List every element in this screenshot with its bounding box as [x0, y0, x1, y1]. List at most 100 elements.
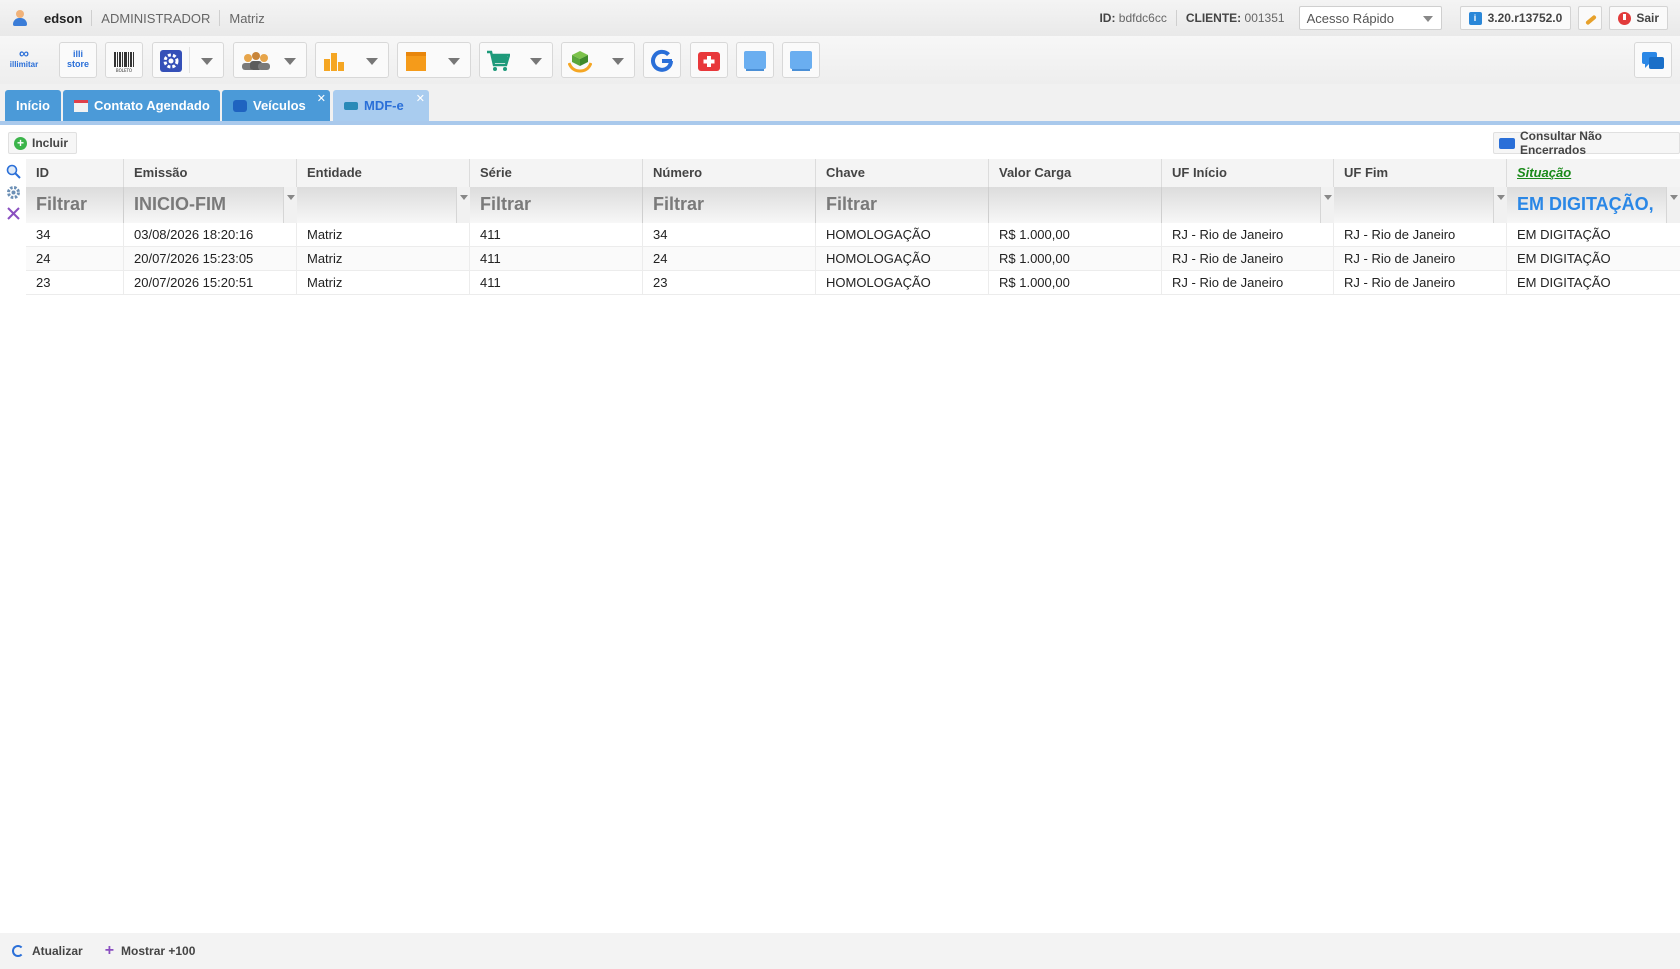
chevron-down-icon[interactable]	[1666, 187, 1680, 223]
close-icon[interactable]: ✕	[317, 92, 326, 105]
cell-uf-fim: RJ - Rio de Janeiro	[1334, 271, 1507, 295]
filter-numero[interactable]: Filtrar	[643, 187, 816, 223]
tab-contato-agendado[interactable]: Contato Agendado	[63, 90, 220, 121]
cell-chave: HOMOLOGAÇÃO	[816, 247, 989, 271]
calendar-icon	[74, 99, 88, 112]
clean-cache-button[interactable]	[1578, 6, 1603, 30]
chevron-down-icon[interactable]	[283, 187, 297, 223]
screen-button-1[interactable]	[736, 42, 774, 78]
health-button[interactable]	[690, 42, 728, 78]
barcode-icon: BOLETO	[114, 52, 134, 73]
tab-mdfe[interactable]: MDF-e ✕	[333, 90, 429, 121]
chevron-down-icon[interactable]	[448, 58, 460, 65]
chevron-down-icon[interactable]	[201, 58, 213, 65]
filter-chave[interactable]: Filtrar	[816, 187, 989, 223]
chevron-down-icon[interactable]	[366, 58, 378, 65]
grid-footer: Atualizar + Mostrar +100	[0, 933, 1680, 969]
column-header-emissao[interactable]: Emissão	[124, 159, 297, 187]
column-header-id[interactable]: ID	[26, 159, 124, 187]
filter-valor-carga[interactable]	[989, 187, 1162, 223]
logout-button[interactable]: Sair	[1609, 6, 1668, 30]
show-more-button[interactable]: + Mostrar +100	[95, 942, 196, 960]
truck-icon	[344, 101, 358, 110]
chevron-down-icon[interactable]	[1493, 187, 1507, 223]
filter-serie[interactable]: Filtrar	[470, 187, 643, 223]
chevron-down-icon[interactable]	[612, 58, 624, 65]
table-row[interactable]: 24 20/07/2026 15:23:05 Matriz 411 24 HOM…	[26, 247, 1680, 271]
cell-uf-fim: RJ - Rio de Janeiro	[1334, 223, 1507, 247]
filter-uf-fim[interactable]	[1334, 187, 1507, 223]
user-icon[interactable]	[10, 8, 30, 28]
cell-id: 24	[26, 247, 124, 271]
column-header-valor-carga[interactable]: Valor Carga	[989, 159, 1162, 187]
chevron-down-icon[interactable]	[1320, 187, 1334, 223]
truck-icon	[1499, 137, 1515, 149]
close-icon[interactable]: ✕	[416, 92, 425, 105]
cell-uf-inicio: RJ - Rio de Janeiro	[1162, 223, 1334, 247]
settings-menu[interactable]	[152, 42, 224, 78]
cell-valor-carga: R$ 1.000,00	[989, 223, 1162, 247]
inventory-menu[interactable]	[397, 42, 471, 78]
quick-access-select[interactable]: Acesso Rápido	[1298, 6, 1442, 30]
cell-uf-inicio: RJ - Rio de Janeiro	[1162, 271, 1334, 295]
table-row[interactable]: 23 20/07/2026 15:20:51 Matriz 411 23 HOM…	[26, 271, 1680, 295]
filter-entidade[interactable]	[297, 187, 470, 223]
column-header-situacao[interactable]: Situação	[1507, 159, 1680, 187]
column-header-uf-fim[interactable]: UF Fim	[1334, 159, 1507, 187]
cell-serie: 411	[470, 223, 643, 247]
tab-strip: Início Contato Agendado Veículos ✕ MDF-e…	[0, 84, 1680, 125]
cart-icon	[487, 50, 510, 71]
cell-situacao: EM DIGITAÇÃO	[1517, 251, 1611, 266]
illi-store-button[interactable]: illi store	[59, 42, 97, 78]
logistics-menu[interactable]	[561, 42, 635, 78]
filter-situacao[interactable]: EM DIGITAÇÃO,	[1507, 187, 1680, 223]
cell-numero: 34	[643, 223, 816, 247]
column-header-numero[interactable]: Número	[643, 159, 816, 187]
power-icon	[1618, 11, 1632, 25]
column-header-entidade[interactable]: Entidade	[297, 159, 470, 187]
bar-chart-icon	[324, 53, 344, 71]
chevron-down-icon[interactable]	[284, 58, 296, 65]
gear-icon[interactable]	[6, 185, 21, 200]
filter-row: Filtrar INICIO-FIM Filtrar Filtrar Filtr…	[26, 187, 1680, 223]
reports-menu[interactable]	[315, 42, 389, 78]
refresh-button[interactable]: Atualizar	[12, 944, 83, 958]
cell-uf-fim: RJ - Rio de Janeiro	[1334, 247, 1507, 271]
tab-inicio[interactable]: Início	[5, 90, 61, 121]
filter-id[interactable]: Filtrar	[26, 187, 124, 223]
clear-filter-icon[interactable]	[6, 206, 21, 221]
filter-uf-inicio[interactable]	[1162, 187, 1334, 223]
search-icon[interactable]	[6, 164, 21, 179]
refresh-icon	[12, 945, 24, 957]
version-button[interactable]: i 3.20.r13752.0	[1459, 6, 1572, 30]
tab-veiculos[interactable]: Veículos ✕	[222, 90, 330, 121]
chevron-down-icon[interactable]	[530, 58, 542, 65]
people-menu[interactable]	[233, 42, 307, 78]
plus-icon: +	[104, 942, 115, 959]
filter-emissao[interactable]: INICIO-FIM	[124, 187, 297, 223]
boleto-button[interactable]: BOLETO	[105, 42, 143, 78]
screen-button-2[interactable]	[782, 42, 820, 78]
cell-entidade: Matriz	[297, 247, 470, 271]
sales-menu[interactable]	[479, 42, 553, 78]
cell-emissao: 20/07/2026 15:23:05	[124, 247, 297, 271]
cell-entidade: Matriz	[297, 223, 470, 247]
illimitar-logo[interactable]: ∞ illimitar	[6, 46, 42, 70]
column-header-uf-inicio[interactable]: UF Início	[1162, 159, 1334, 187]
first-aid-icon	[698, 52, 720, 71]
cell-valor-carga: R$ 1.000,00	[989, 247, 1162, 271]
cell-situacao: EM DIGITAÇÃO	[1517, 227, 1611, 242]
chevron-down-icon[interactable]	[456, 187, 470, 223]
chat-button[interactable]	[1634, 42, 1672, 78]
username[interactable]: edson	[44, 11, 82, 26]
column-header-serie[interactable]: Série	[470, 159, 643, 187]
google-button[interactable]	[643, 42, 681, 78]
client-id: CLIENTE: 001351	[1185, 11, 1285, 25]
include-button[interactable]: + Incluir	[8, 132, 78, 154]
cell-serie: 411	[470, 271, 643, 295]
consult-open-button[interactable]: Consultar Não Encerrados	[1493, 129, 1680, 157]
table-row[interactable]: 34 03/08/2026 18:20:16 Matriz 411 34 HOM…	[26, 223, 1680, 247]
column-header-chave[interactable]: Chave	[816, 159, 989, 187]
car-icon	[233, 99, 247, 112]
main-toolbar: ∞ illimitar illi store BOLETO	[0, 36, 1680, 84]
